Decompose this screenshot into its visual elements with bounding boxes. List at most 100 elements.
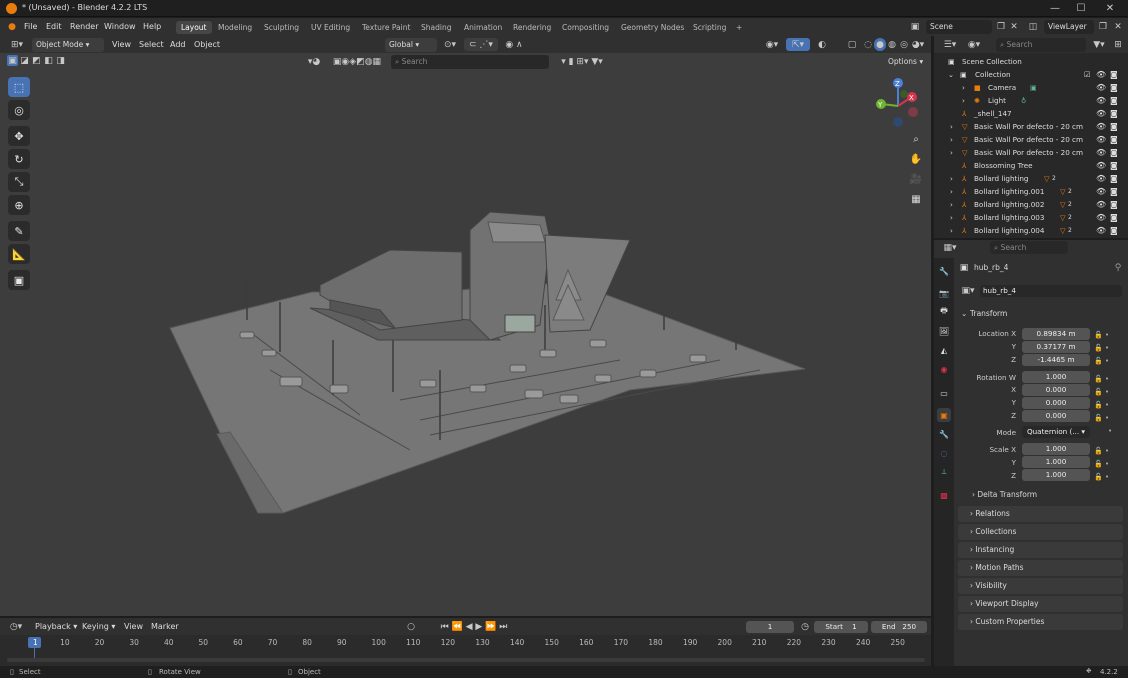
- close-button[interactable]: ✕: [1100, 2, 1120, 15]
- tab-texture-paint[interactable]: Texture Paint: [357, 21, 415, 34]
- tool-tab-icon[interactable]: 🔧: [937, 264, 951, 278]
- end-frame-field[interactable]: End 250: [871, 621, 927, 633]
- rotation-z-field[interactable]: 0.000: [1022, 410, 1090, 422]
- timeline-scrollbar[interactable]: [7, 658, 925, 662]
- visibility-eye-icon[interactable]: 👁: [1096, 159, 1106, 172]
- timeline-menu-keying[interactable]: Keying ▾: [82, 622, 115, 631]
- zoom-icon[interactable]: ⌕: [906, 129, 926, 149]
- outliner-row-tree[interactable]: ⅄ Blossoming Tree 👁 ◙: [934, 159, 1128, 172]
- viewport-menu-add[interactable]: Add: [170, 40, 186, 49]
- scene-name-field[interactable]: Scene: [926, 20, 992, 34]
- rotation-mode-dropdown[interactable]: Quaternion (... ▾: [1022, 426, 1090, 438]
- xray-icon[interactable]: ▢: [845, 38, 859, 51]
- pivot-point-icon[interactable]: ⊙▾: [440, 38, 460, 51]
- mode-keyframe-dot[interactable]: •: [1108, 427, 1112, 435]
- material-shading-icon[interactable]: ◍: [886, 38, 898, 51]
- view-layer-field[interactable]: ViewLayer: [1044, 20, 1094, 34]
- collections-panel-header[interactable]: › Collections: [958, 524, 1123, 540]
- render-camera-icon[interactable]: ◙: [1110, 94, 1118, 107]
- visibility-filter-icon[interactable]: ◉▾: [762, 38, 782, 51]
- outliner-row-shell[interactable]: ⅄ _shell_147 👁 ◙: [934, 107, 1128, 120]
- tab-geometry-nodes[interactable]: Geometry Nodes: [616, 21, 689, 34]
- scale-y-field[interactable]: 1.000: [1022, 456, 1090, 468]
- collection-checkbox-icon[interactable]: ☑: [1084, 68, 1090, 81]
- move-tool[interactable]: ✥: [8, 126, 30, 146]
- select-mode-invert-icon[interactable]: ◧: [43, 55, 54, 66]
- location-z-field[interactable]: -1.4465 m: [1022, 354, 1090, 366]
- texture-tab-icon[interactable]: ▩: [937, 488, 951, 502]
- visibility-eye-icon[interactable]: 👁: [1096, 120, 1106, 133]
- rotation-lock-icons[interactable]: 🔓 • 🔓 • 🔓 • 🔓 •: [1094, 373, 1109, 425]
- render-tab-icon[interactable]: 📷: [937, 286, 951, 300]
- visibility-eye-icon[interactable]: 👁: [1096, 198, 1106, 211]
- menu-render[interactable]: Render: [70, 22, 98, 31]
- motion-paths-panel-header[interactable]: › Motion Paths: [958, 560, 1123, 576]
- navigation-gizmo[interactable]: Z Y X: [868, 76, 928, 136]
- 3d-viewport[interactable]: ⬚ ◎ ✥ ↻ ⤡ ⊕ ✎ 📐 ▣ Z Y X ⌕ ✋ 🎥 ▦: [0, 70, 931, 616]
- delete-view-layer-icon[interactable]: ✕: [1112, 21, 1124, 33]
- viewport-menu-object[interactable]: Object: [194, 40, 220, 49]
- new-collection-icon[interactable]: ⊞: [1111, 38, 1125, 51]
- overlays-icon[interactable]: ◐: [815, 38, 829, 51]
- scale-z-field[interactable]: 1.000: [1022, 469, 1090, 481]
- shading-options-icon[interactable]: ◕▾: [911, 38, 925, 51]
- outliner-editor-type-icon[interactable]: ☰▾: [940, 38, 960, 51]
- outliner-row-bollard-002[interactable]: › ⅄ Bollard lighting.002 ▽ 2 👁 ◙: [934, 198, 1128, 211]
- visibility-panel-header[interactable]: › Visibility: [958, 578, 1123, 594]
- tab-sculpting[interactable]: Sculpting: [259, 21, 304, 34]
- menu-window[interactable]: Window: [104, 22, 136, 31]
- outliner-row-bollard[interactable]: › ⅄ Bollard lighting ▽ 2 👁 ◙: [934, 172, 1128, 185]
- outliner-row-wall-2[interactable]: › ▽ Basic Wall Por defecto - 20 cm 👁 ◙: [934, 133, 1128, 146]
- outliner-search-input[interactable]: ⌕ Search: [996, 38, 1086, 52]
- timeline-menu-marker[interactable]: Marker: [151, 622, 179, 631]
- render-camera-icon[interactable]: ◙: [1110, 81, 1118, 94]
- select-box-tool[interactable]: ⬚: [8, 77, 30, 97]
- select-mode-extend-icon[interactable]: ◪: [19, 55, 30, 66]
- render-camera-icon[interactable]: ◙: [1110, 198, 1118, 211]
- location-y-field[interactable]: 0.37177 m: [1022, 341, 1090, 353]
- instancing-panel-header[interactable]: › Instancing: [958, 542, 1123, 558]
- tab-layout[interactable]: Layout: [176, 21, 212, 34]
- visibility-eye-icon[interactable]: 👁: [1096, 94, 1106, 107]
- outliner-row-bollard-001[interactable]: › ⅄ Bollard lighting.001 ▽ 2 👁 ◙: [934, 185, 1128, 198]
- render-camera-icon[interactable]: ◙: [1110, 172, 1118, 185]
- timeline-menu-view[interactable]: View: [124, 622, 143, 631]
- copy-view-layer-icon[interactable]: ❐: [1097, 21, 1109, 33]
- visibility-eye-icon[interactable]: 👁: [1096, 224, 1106, 237]
- start-frame-field[interactable]: Start 1: [814, 621, 868, 633]
- transform-panel-header[interactable]: ⌄ Transform: [958, 306, 1123, 322]
- output-tab-icon[interactable]: 🖶: [937, 305, 951, 319]
- tab-shading[interactable]: Shading: [416, 21, 456, 34]
- select-mode-new-icon[interactable]: ▣: [7, 55, 18, 66]
- solid-shading-icon[interactable]: ●: [874, 38, 886, 51]
- visibility-eye-icon[interactable]: 👁: [1096, 172, 1106, 185]
- viewport-menu-select[interactable]: Select: [139, 40, 164, 49]
- visibility-eye-icon[interactable]: 👁: [1096, 185, 1106, 198]
- tab-animation[interactable]: Animation: [459, 21, 507, 34]
- visibility-eye-icon[interactable]: 👁: [1096, 211, 1106, 224]
- add-workspace-button[interactable]: +: [731, 21, 747, 34]
- render-camera-icon[interactable]: ◙: [1110, 211, 1118, 224]
- scale-tool[interactable]: ⤡: [8, 172, 30, 192]
- minimize-button[interactable]: —: [1045, 2, 1065, 15]
- outliner-row-wall-3[interactable]: › ▽ Basic Wall Por defecto - 20 cm 👁 ◙: [934, 146, 1128, 159]
- outliner-row-collection[interactable]: ⌄ ▣ Collection ☑ 👁 ◙: [934, 68, 1128, 81]
- transform-orientation-dropdown[interactable]: Global ▾: [385, 38, 437, 52]
- visibility-eye-icon[interactable]: 👁: [1096, 133, 1106, 146]
- rotation-x-field[interactable]: 0.000: [1022, 384, 1090, 396]
- viewport-search-input[interactable]: ⌕ Search: [391, 55, 549, 69]
- outliner-row-camera[interactable]: › ■ Camera ▣ 👁 ◙: [934, 81, 1128, 94]
- render-camera-icon[interactable]: ◙: [1110, 185, 1118, 198]
- render-camera-icon[interactable]: ◙: [1110, 146, 1118, 159]
- transform-tool[interactable]: ⊕: [8, 195, 30, 215]
- properties-editor-type-icon[interactable]: ▦▾: [940, 242, 960, 254]
- render-camera-icon[interactable]: ◙: [1110, 107, 1118, 120]
- render-camera-icon[interactable]: ◙: [1110, 133, 1118, 146]
- viewport-object-types-icon[interactable]: ▣◉◈◩◍▦: [327, 55, 387, 68]
- tab-scripting[interactable]: Scripting: [688, 21, 731, 34]
- add-cube-tool[interactable]: ▣: [8, 270, 30, 290]
- object-browse-icon[interactable]: ▣▾: [958, 285, 978, 297]
- camera-view-icon[interactable]: 🎥: [906, 169, 926, 189]
- outliner-row-light[interactable]: › ✺ Light ♁ 👁 ◙: [934, 94, 1128, 107]
- timeline-editor-type-icon[interactable]: ◷▾: [6, 620, 26, 633]
